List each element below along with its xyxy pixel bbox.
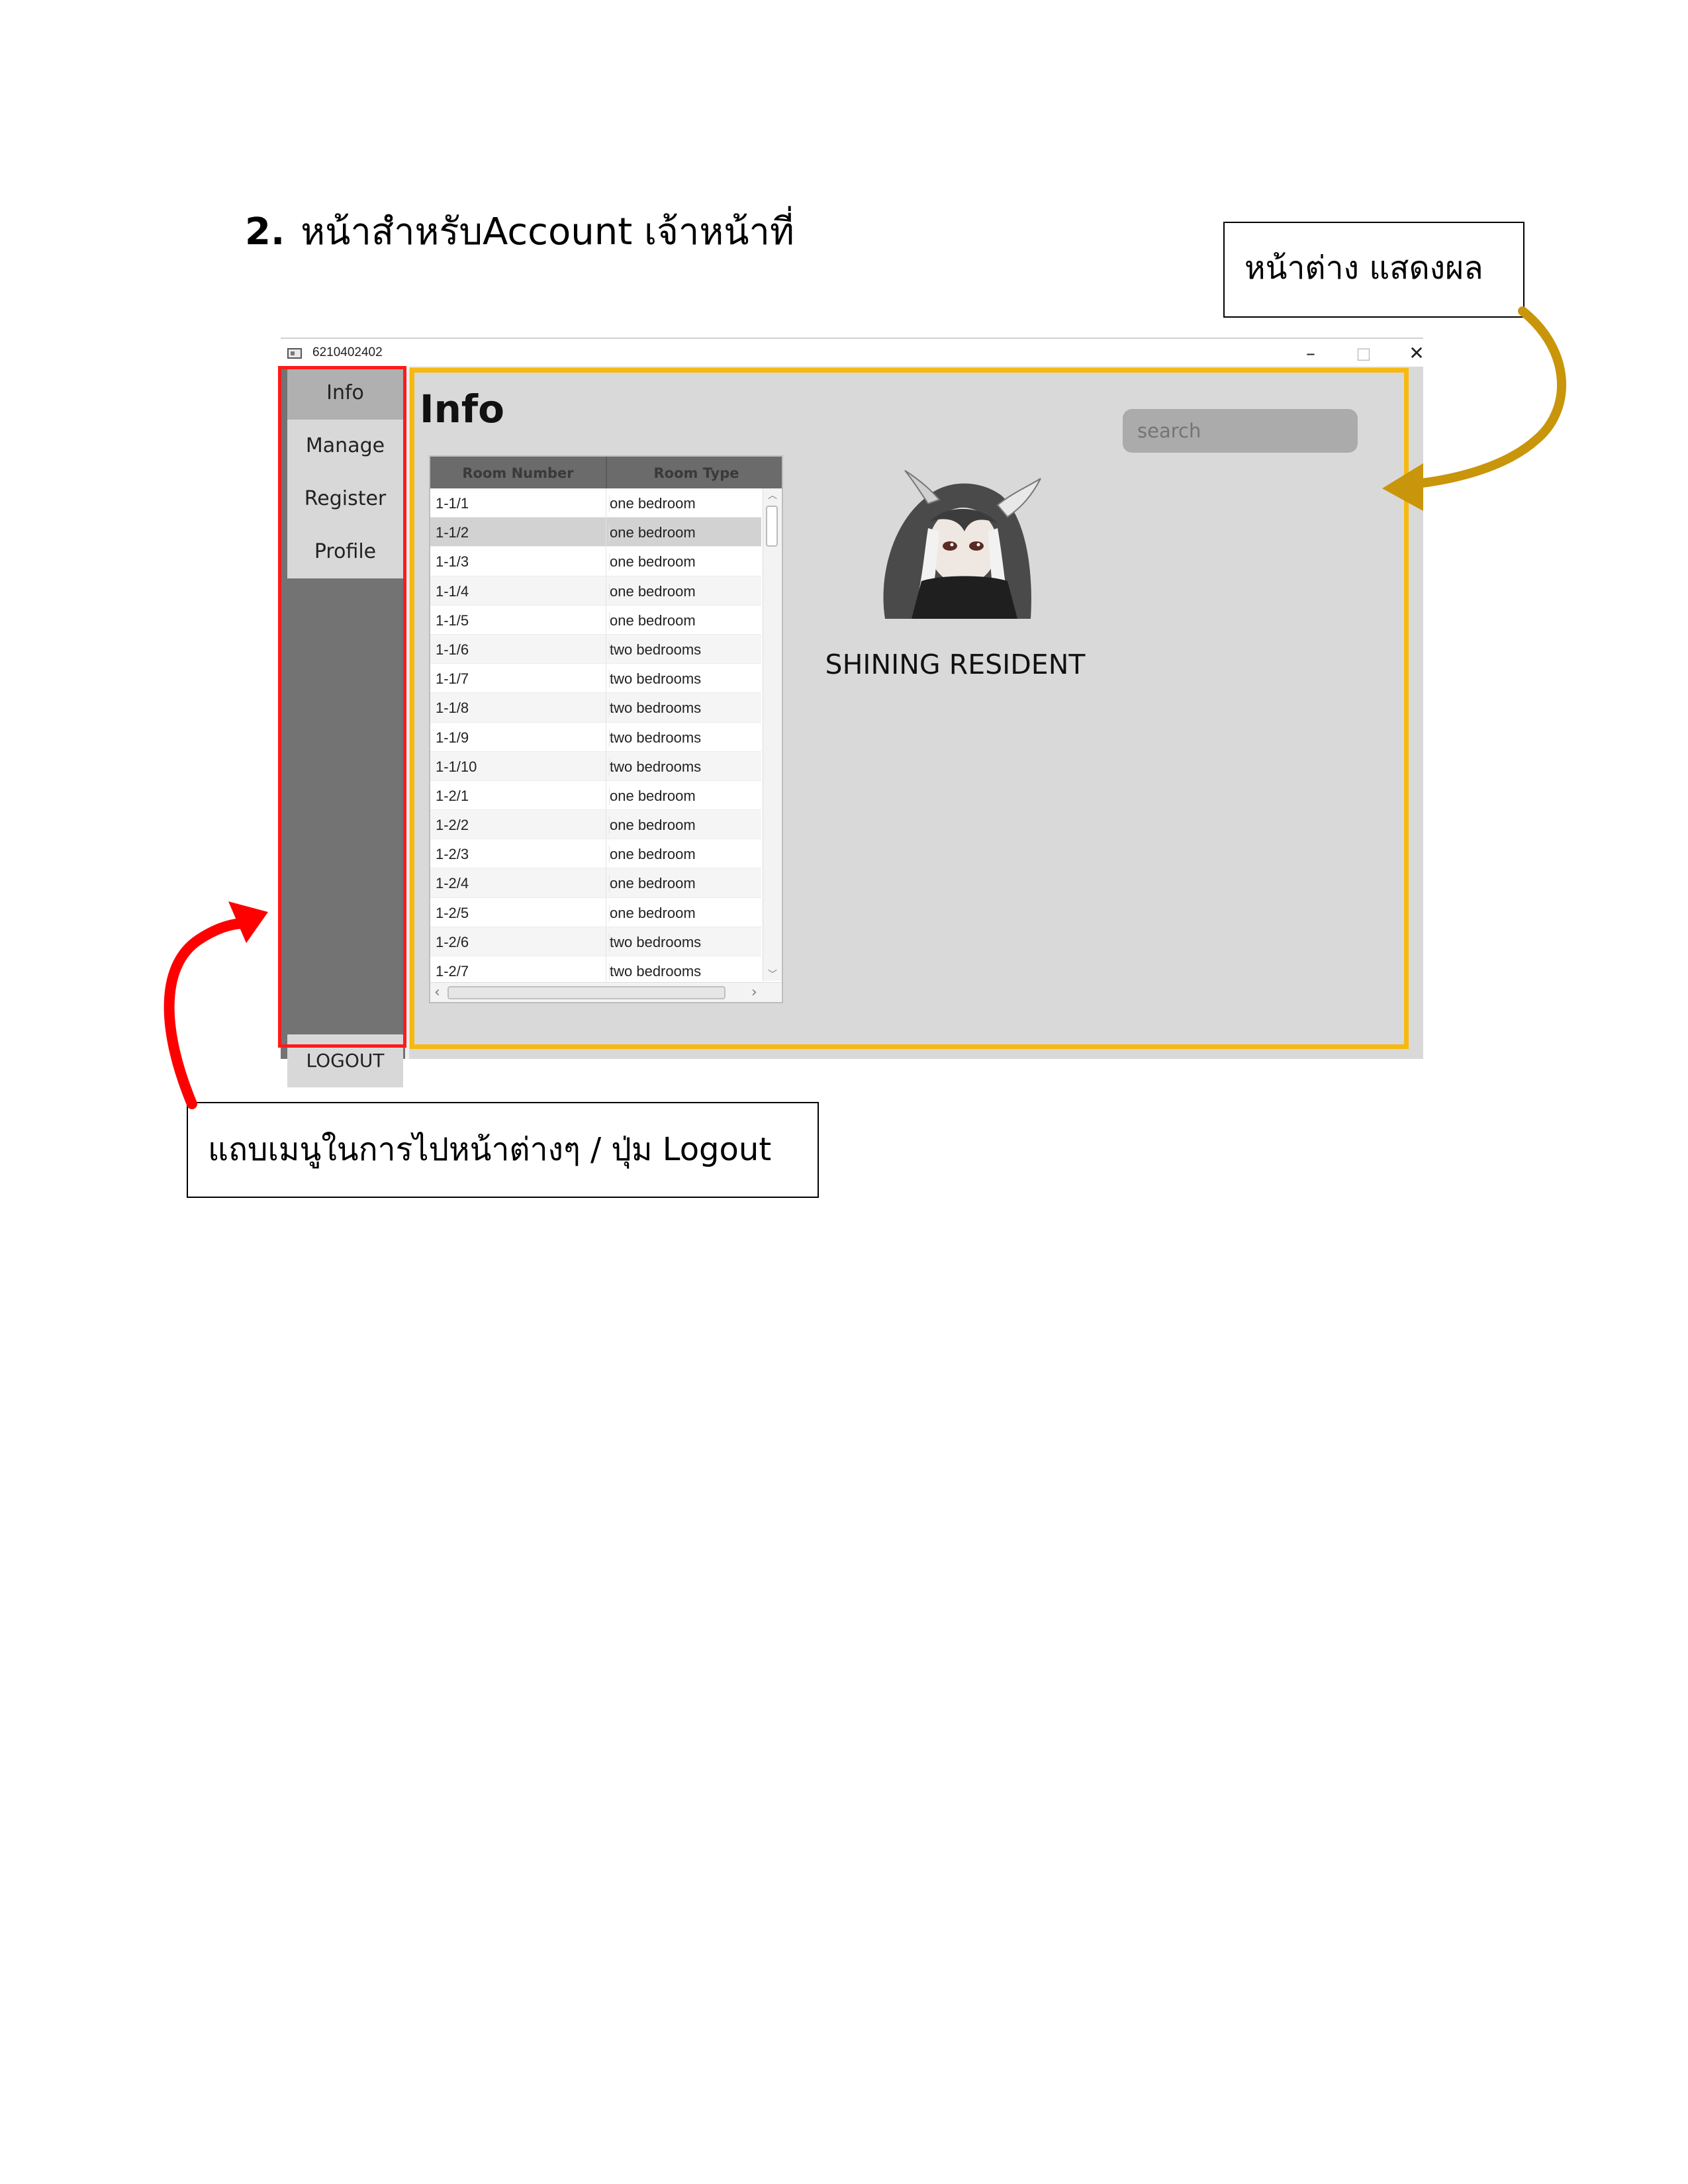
- right-arrow-icon: [1382, 306, 1567, 511]
- left-arrow-icon: [164, 901, 268, 1109]
- annotation-arrows: [164, 306, 1567, 1109]
